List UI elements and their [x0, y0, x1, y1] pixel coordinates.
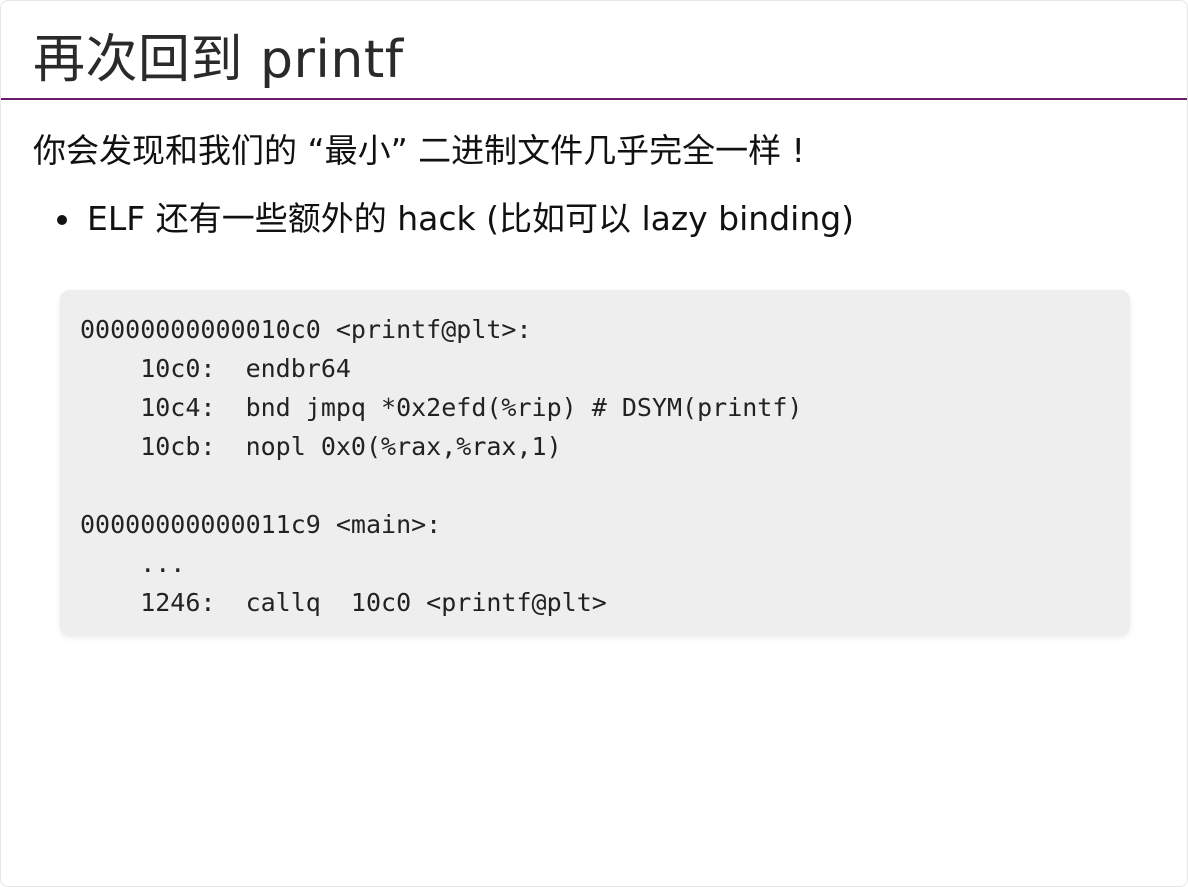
bullet-list: ELF 还有一些额外的 hack (比如可以 lazy binding) [53, 195, 854, 243]
slide: 再次回到 printf 你会发现和我们的 “最小” 二进制文件几乎完全一样 ! … [0, 0, 1188, 887]
code-line: 00000000000010c0 <printf@plt>: [80, 315, 532, 344]
code-block: 00000000000010c0 <printf@plt>: 10c0: end… [60, 290, 1130, 636]
code-line: 00000000000011c9 <main>: [80, 510, 442, 539]
code-content: 00000000000010c0 <printf@plt>: 10c0: end… [80, 310, 1110, 622]
intro-text: 你会发现和我们的 “最小” 二进制文件几乎完全一样 ! [33, 131, 805, 170]
bullet-dot-icon [57, 215, 67, 225]
code-line: 10cb: nopl 0x0(%rax,%rax,1) [80, 432, 562, 461]
bullet-text: ELF 还有一些额外的 hack (比如可以 lazy binding) [87, 199, 855, 238]
bullet-item: ELF 还有一些额外的 hack (比如可以 lazy binding) [53, 195, 854, 243]
code-line: ... [80, 549, 186, 578]
code-line: 1246: callq 10c0 <printf@plt> [80, 588, 607, 617]
code-line: 10c4: bnd jmpq *0x2efd(%rip) # DSYM(prin… [80, 393, 803, 422]
slide-title: 再次回到 printf [33, 30, 404, 90]
code-line: 10c0: endbr64 [80, 354, 351, 383]
title-divider [1, 98, 1187, 100]
